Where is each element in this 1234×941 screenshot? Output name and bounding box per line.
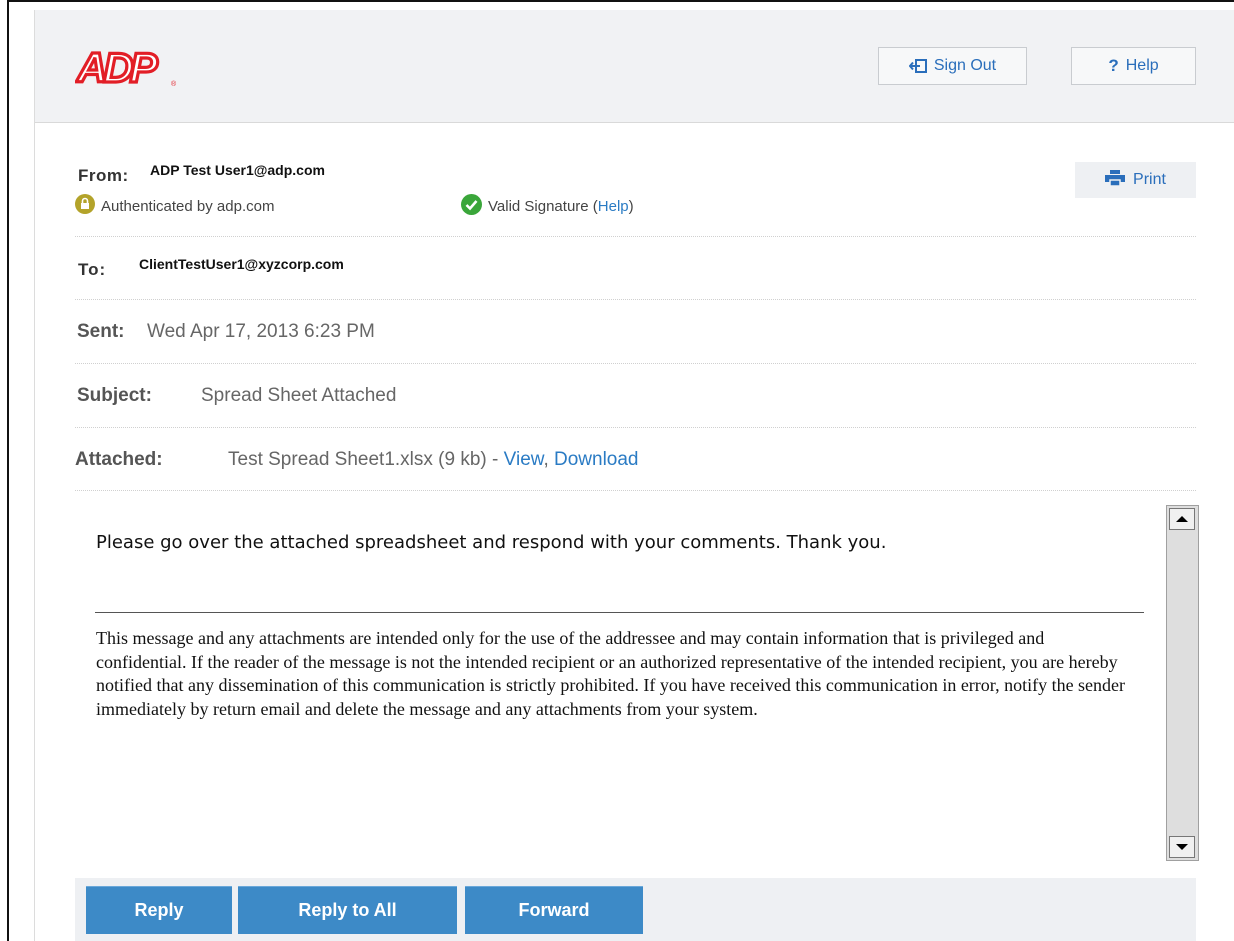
- print-label: Print: [1133, 171, 1166, 188]
- authenticated-text: Authenticated by adp.com: [101, 197, 275, 215]
- sent-value: Wed Apr 17, 2013 6:23 PM: [147, 321, 375, 342]
- attachment-row: Test Spread Sheet1.xlsx (9 kb) - View, D…: [228, 449, 639, 470]
- header-bar: ADP ® Sign Out ? Help: [35, 10, 1234, 123]
- card-border: [34, 10, 35, 941]
- divider: [75, 490, 1196, 491]
- attachment-separator: -: [492, 449, 499, 470]
- sign-out-label: Sign Out: [933, 57, 997, 74]
- lock-icon: [75, 194, 95, 218]
- scroll-up-arrow-icon[interactable]: [1169, 508, 1195, 530]
- forward-button[interactable]: Forward: [465, 886, 643, 934]
- download-attachment-link[interactable]: Download: [554, 449, 639, 470]
- divider: [75, 427, 1196, 428]
- view-attachment-link[interactable]: View: [504, 449, 544, 470]
- valid-signature-text: Valid Signature: [488, 198, 589, 215]
- from-address: ADP Test User1@adp.com: [150, 162, 325, 178]
- subject-label: Subject:: [77, 385, 152, 406]
- signature-rule: [95, 612, 1144, 613]
- sign-out-button[interactable]: Sign Out: [878, 47, 1027, 85]
- printer-icon: [1105, 169, 1126, 191]
- message-body-text: Please go over the attached spreadsheet …: [96, 532, 887, 553]
- attached-label: Attached:: [75, 449, 163, 470]
- divider: [75, 299, 1196, 300]
- from-label: From:: [78, 166, 129, 185]
- to-address: ClientTestUser1@xyzcorp.com: [139, 256, 344, 272]
- reply-button[interactable]: Reply: [86, 886, 232, 934]
- svg-text:ADP: ADP: [76, 46, 159, 90]
- print-button[interactable]: Print: [1075, 162, 1196, 198]
- check-circle-icon: [461, 194, 482, 219]
- help-label: Help: [1125, 57, 1159, 74]
- window-border-top: [7, 0, 1234, 2]
- reply-all-button[interactable]: Reply to All: [238, 886, 457, 934]
- question-mark-icon: ?: [1108, 56, 1119, 75]
- sign-out-icon: [908, 59, 927, 73]
- divider: [75, 236, 1196, 237]
- valid-signature-status: Valid Signature (Help): [461, 194, 634, 219]
- help-button[interactable]: ? Help: [1071, 47, 1196, 85]
- window-border-left: [7, 0, 9, 941]
- attachment-name: Test Spread Sheet1.xlsx (9 kb): [228, 449, 487, 470]
- scroll-down-arrow-icon[interactable]: [1169, 836, 1195, 858]
- divider: [75, 363, 1196, 364]
- sent-label: Sent:: [77, 321, 125, 342]
- signature-help-link[interactable]: Help: [598, 198, 629, 215]
- message-scrollbar[interactable]: [1166, 505, 1199, 861]
- to-label: To:: [78, 260, 107, 279]
- svg-text:®: ®: [171, 80, 177, 88]
- adp-logo: ADP ®: [74, 42, 185, 92]
- disclaimer-text: This message and any attachments are int…: [96, 628, 1126, 719]
- subject-value: Spread Sheet Attached: [201, 385, 397, 406]
- authenticated-status: Authenticated by adp.com: [75, 194, 274, 218]
